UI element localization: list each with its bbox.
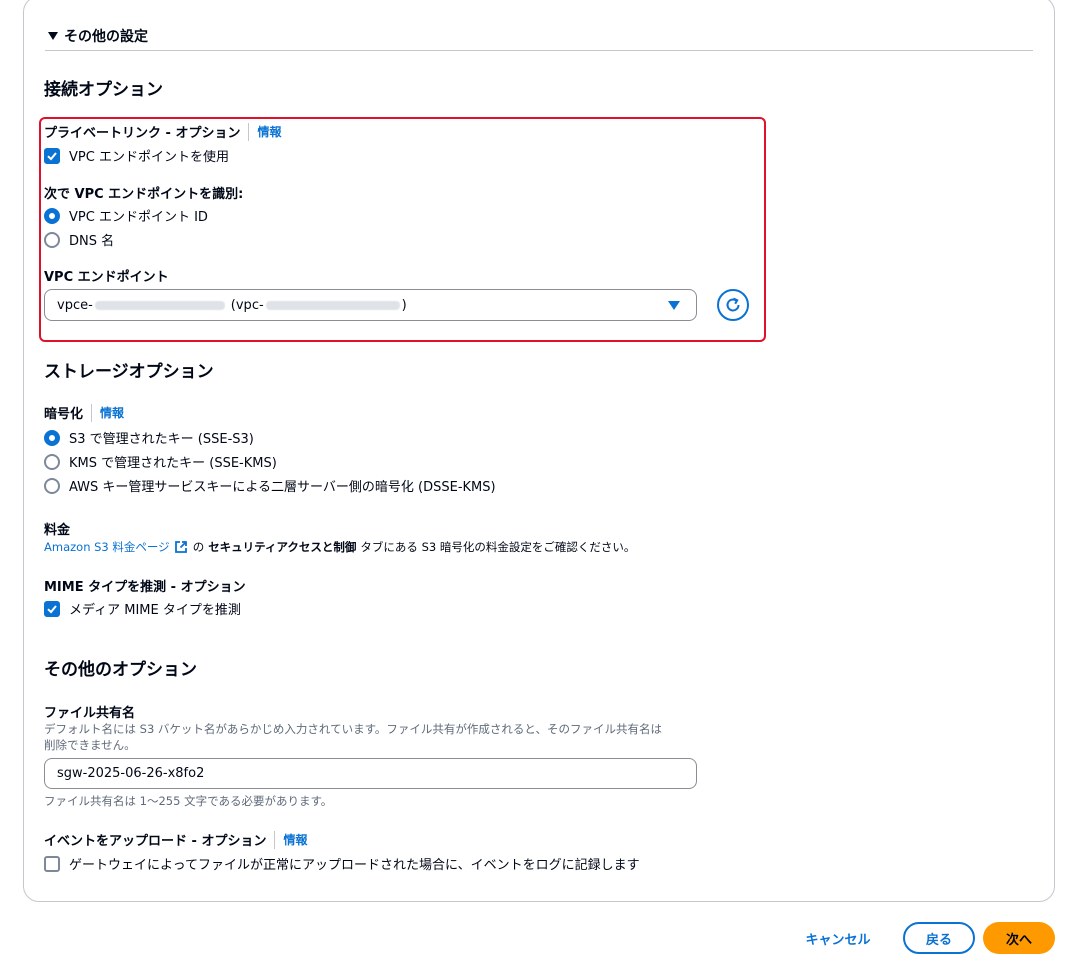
section-toggle[interactable]: その他の設定 bbox=[48, 26, 148, 46]
mime-checkbox[interactable] bbox=[44, 600, 60, 617]
share-name-input[interactable]: sgw-2025-06-26-x8fo2 bbox=[44, 758, 697, 789]
redacted-endpoint-id bbox=[94, 300, 225, 310]
cancel-button[interactable]: キャンセル bbox=[796, 922, 880, 954]
upload-event-checkbox-row[interactable]: ゲートウェイによってファイルが正常にアップロードされた場合に、イベントをログに記… bbox=[44, 854, 640, 873]
vpc-endpoint-select[interactable]: vpce- (vpc- ) bbox=[44, 289, 697, 321]
identify-option-dns[interactable]: DNS 名 bbox=[44, 230, 114, 249]
section-title: その他の設定 bbox=[64, 29, 148, 45]
encryption-option-sse-s3[interactable]: S3 で管理されたキー (SSE-S3) bbox=[44, 428, 254, 447]
identify-option-id[interactable]: VPC エンドポイント ID bbox=[44, 206, 208, 225]
encryption-label: 暗号化 bbox=[44, 407, 84, 422]
pricing-text-1: の bbox=[192, 540, 205, 554]
next-button[interactable]: 次へ bbox=[983, 922, 1055, 954]
check-icon bbox=[47, 151, 57, 160]
refresh-button[interactable] bbox=[717, 289, 749, 321]
other-heading: その他のオプション bbox=[44, 660, 197, 680]
radio-sse-s3-label: S3 で管理されたキー (SSE-S3) bbox=[69, 432, 254, 447]
identify-label: 次で VPC エンドポイントを識別: bbox=[44, 187, 244, 202]
endpoint-value-middle: (vpc- bbox=[230, 297, 264, 313]
upload-event-info-link[interactable]: 情報 bbox=[274, 830, 307, 849]
radio-sse-s3[interactable] bbox=[44, 429, 60, 446]
share-name-desc-1: デフォルト名には S3 バケット名があらかじめ入力されています。ファイル共有が作… bbox=[44, 722, 662, 736]
upload-event-label: イベントをアップロード - オプション bbox=[44, 834, 267, 849]
use-vpc-endpoint-checkbox[interactable] bbox=[44, 147, 60, 164]
radio-endpoint-id-label: VPC エンドポイント ID bbox=[69, 210, 208, 225]
redacted-vpc-id bbox=[265, 300, 400, 310]
pricing-link[interactable]: Amazon S3 料金ページ bbox=[44, 539, 170, 555]
use-vpc-endpoint-checkbox-row[interactable]: VPC エンドポイントを使用 bbox=[44, 146, 229, 165]
radio-endpoint-id[interactable] bbox=[44, 207, 60, 224]
pricing-text-2: タブにある S3 暗号化の料金設定をご確認ください。 bbox=[360, 540, 636, 554]
privatelink-label-row: プライベートリンク - オプション 情報 bbox=[44, 122, 281, 141]
caret-down-icon bbox=[668, 301, 680, 310]
section-divider bbox=[45, 50, 1033, 51]
encryption-option-dsse-kms[interactable]: AWS キー管理サービスキーによる二層サーバー側の暗号化 (DSSE-KMS) bbox=[44, 476, 496, 495]
radio-dsse-kms[interactable] bbox=[44, 477, 60, 494]
external-link-icon bbox=[174, 541, 187, 553]
mime-checkbox-label: メディア MIME タイプを推測 bbox=[69, 603, 241, 618]
check-icon bbox=[47, 604, 57, 613]
privatelink-label: プライベートリンク - オプション bbox=[44, 126, 241, 141]
encryption-info-link[interactable]: 情報 bbox=[91, 403, 124, 422]
radio-dsse-kms-label: AWS キー管理サービスキーによる二層サーバー側の暗号化 (DSSE-KMS) bbox=[69, 480, 496, 495]
upload-event-checkbox-label: ゲートウェイによってファイルが正常にアップロードされた場合に、イベントをログに記… bbox=[69, 858, 640, 873]
share-name-desc-2: 削除できません。 bbox=[44, 738, 136, 752]
upload-event-label-row: イベントをアップロード - オプション 情報 bbox=[44, 830, 307, 849]
caret-down-icon bbox=[48, 32, 58, 40]
back-button[interactable]: 戻る bbox=[903, 922, 975, 954]
endpoint-value-suffix: ) bbox=[401, 297, 407, 313]
vpc-endpoint-label: VPC エンドポイント bbox=[44, 270, 169, 285]
upload-event-checkbox[interactable] bbox=[44, 855, 60, 872]
refresh-icon bbox=[726, 297, 740, 312]
encryption-label-row: 暗号化 情報 bbox=[44, 403, 124, 422]
share-name-label: ファイル共有名 bbox=[44, 706, 136, 721]
pricing-text: Amazon S3 料金ページ の セキュリティアクセスと制御 タブにある S3… bbox=[44, 539, 635, 555]
radio-dns-name-label: DNS 名 bbox=[69, 234, 115, 249]
endpoint-value-prefix: vpce- bbox=[57, 297, 93, 313]
radio-dns-name[interactable] bbox=[44, 231, 60, 248]
storage-heading: ストレージオプション bbox=[44, 362, 214, 382]
share-name-value: sgw-2025-06-26-x8fo2 bbox=[57, 766, 205, 781]
pricing-bold: セキュリティアクセスと制御 bbox=[208, 540, 357, 554]
mime-label: MIME タイプを推測 - オプション bbox=[44, 580, 246, 595]
connection-heading: 接続オプション bbox=[44, 80, 163, 100]
use-vpc-endpoint-label: VPC エンドポイントを使用 bbox=[69, 150, 229, 165]
privatelink-info-link[interactable]: 情報 bbox=[248, 122, 281, 141]
encryption-option-sse-kms[interactable]: KMS で管理されたキー (SSE-KMS) bbox=[44, 452, 277, 471]
radio-sse-kms-label: KMS で管理されたキー (SSE-KMS) bbox=[69, 456, 277, 471]
radio-sse-kms[interactable] bbox=[44, 453, 60, 470]
share-name-constraint: ファイル共有名は 1〜255 文字である必要があります。 bbox=[44, 794, 333, 808]
pricing-label: 料金 bbox=[44, 523, 71, 538]
mime-checkbox-row[interactable]: メディア MIME タイプを推測 bbox=[44, 599, 241, 618]
